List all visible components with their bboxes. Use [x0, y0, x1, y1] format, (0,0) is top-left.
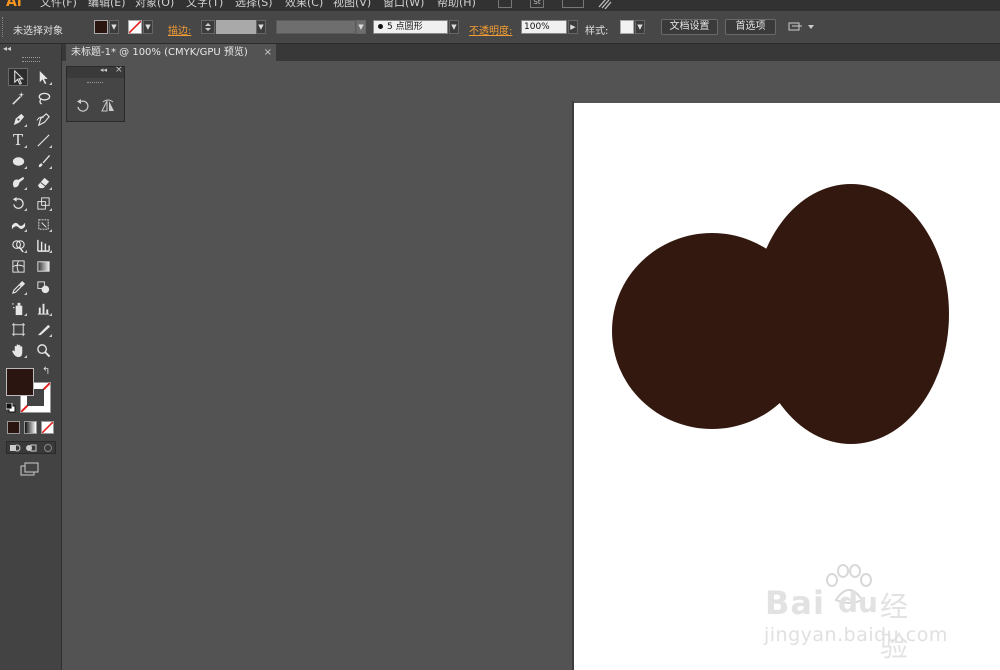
watermark-brand: Bai [765, 584, 825, 622]
watermark-url: jingyan.baidu.com [764, 624, 948, 646]
right-ellipse-shape[interactable] [753, 184, 949, 444]
watermark-brand-du: du [838, 586, 878, 619]
